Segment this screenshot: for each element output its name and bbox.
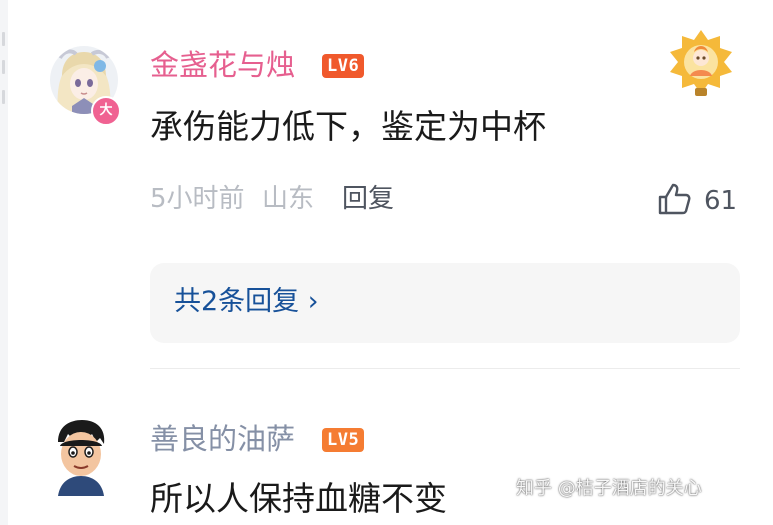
level-badge: LV5 — [322, 428, 365, 452]
scroll-edge — [0, 0, 8, 525]
avatar[interactable] — [52, 420, 110, 496]
like-button[interactable]: 61 — [656, 181, 737, 221]
comment-location: 山东 — [262, 184, 315, 214]
level-badge: LV6 — [322, 54, 365, 78]
avatar-badge: 大 — [91, 96, 121, 126]
view-replies-link[interactable]: 共2条回复 › — [174, 285, 319, 319]
replies-collapsed-box[interactable]: 共2条回复 › — [150, 263, 740, 343]
comment-thread: 大 金盏花与烛 LV6 承伤能力低下，鉴定为中杯 5小时前 山东 回复 61 共… — [0, 0, 773, 525]
comment-text: 承伤能力低下，鉴定为中杯 — [150, 107, 546, 146]
thumbs-up-icon — [656, 181, 692, 221]
watermark: 知乎 @桔子酒店的关心 — [516, 478, 702, 499]
comment-text: 所以人保持血糖不变 — [150, 479, 447, 518]
comment-username[interactable]: 善良的油萨 — [150, 421, 295, 457]
like-count: 61 — [704, 186, 738, 216]
comment-username[interactable]: 金盏花与烛 — [150, 47, 295, 83]
medal-icon[interactable] — [666, 28, 736, 98]
reply-button[interactable]: 回复 — [342, 183, 394, 215]
comment-divider — [150, 368, 740, 369]
comment-time: 5小时前 — [150, 184, 245, 214]
